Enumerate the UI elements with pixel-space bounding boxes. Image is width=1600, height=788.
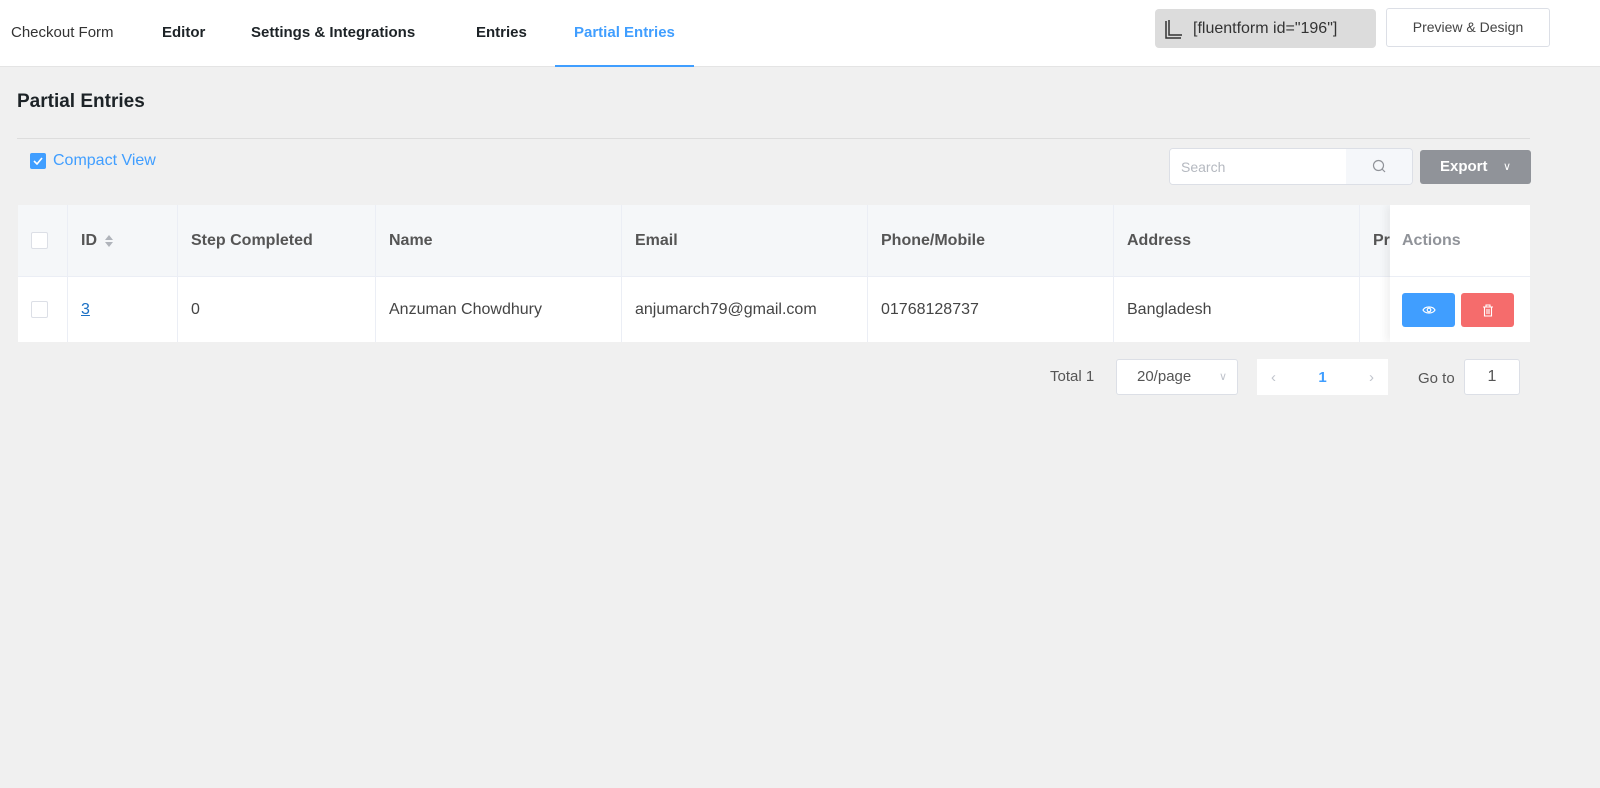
shortcode-text: [fluentform id="196"] xyxy=(1193,20,1338,37)
page-size-value: 20/page xyxy=(1137,368,1192,385)
compact-view-toggle[interactable]: Compact View xyxy=(30,152,156,170)
cell-step: 0 xyxy=(178,277,376,342)
shortcode-copy-button[interactable]: [fluentform id="196"] xyxy=(1155,9,1376,48)
copy-icon xyxy=(1165,20,1182,39)
trash-icon xyxy=(1482,303,1493,317)
col-address: Address xyxy=(1114,205,1360,276)
view-button[interactable] xyxy=(1402,293,1455,327)
row-select-cell xyxy=(18,277,68,342)
cell-address: Bangladesh xyxy=(1114,277,1360,342)
table-header: ID Step Completed Name Email Phone/Mobil… xyxy=(18,205,1530,277)
col-id[interactable]: ID xyxy=(68,205,178,276)
select-all-checkbox[interactable] xyxy=(31,232,48,249)
page-title: Partial Entries xyxy=(17,91,145,112)
eye-icon xyxy=(1421,306,1436,314)
top-nav: Checkout Form Editor Settings & Integrat… xyxy=(0,0,1600,67)
cell-id: 3 xyxy=(68,277,178,342)
tab-editor[interactable]: Editor xyxy=(162,0,205,67)
search-input[interactable] xyxy=(1170,149,1346,184)
select-all-cell xyxy=(18,205,68,276)
search-icon xyxy=(1372,159,1385,173)
cell-email: anjumarch79@gmail.com xyxy=(622,277,868,342)
search-box xyxy=(1169,148,1413,185)
next-page-icon[interactable]: › xyxy=(1369,369,1374,386)
col-actions: Actions xyxy=(1390,205,1530,277)
col-step: Step Completed xyxy=(178,205,376,276)
col-email: Email xyxy=(622,205,868,276)
table-row: 3 0 Anzuman Chowdhury anjumarch79@gmail.… xyxy=(18,277,1530,342)
col-phone: Phone/Mobile xyxy=(868,205,1114,276)
search-button[interactable] xyxy=(1346,149,1412,184)
sort-icon[interactable] xyxy=(104,234,114,248)
chevron-down-icon: ∨ xyxy=(1502,161,1511,173)
checkbox-checked-icon[interactable] xyxy=(30,153,46,169)
goto-page-input[interactable]: 1 xyxy=(1464,359,1520,395)
pagination: ‹ 1 › xyxy=(1257,359,1388,395)
page-1[interactable]: 1 xyxy=(1318,369,1326,386)
delete-button[interactable] xyxy=(1461,293,1514,327)
actions-column: Actions xyxy=(1390,205,1530,342)
cell-phone: 01768128737 xyxy=(868,277,1114,342)
col-name: Name xyxy=(376,205,622,276)
row-checkbox[interactable] xyxy=(31,301,48,318)
prev-page-icon[interactable]: ‹ xyxy=(1271,369,1276,386)
page-size-select[interactable]: 20/page ∨ xyxy=(1116,359,1238,395)
compact-view-label: Compact View xyxy=(53,152,156,169)
preview-design-button[interactable]: Preview & Design xyxy=(1386,8,1550,47)
tab-partial-entries[interactable]: Partial Entries xyxy=(555,0,694,67)
tab-settings-integrations[interactable]: Settings & Integrations xyxy=(251,0,415,67)
col-id-label: ID xyxy=(81,231,97,249)
divider xyxy=(17,138,1530,139)
cell-name: Anzuman Chowdhury xyxy=(376,277,622,342)
entries-table: ID Step Completed Name Email Phone/Mobil… xyxy=(18,205,1530,342)
form-name[interactable]: Checkout Form xyxy=(11,0,114,67)
export-label: Export xyxy=(1440,158,1488,175)
tab-entries[interactable]: Entries xyxy=(476,0,527,67)
goto-label: Go to xyxy=(1418,370,1455,387)
entry-id-link[interactable]: 3 xyxy=(81,301,90,319)
export-dropdown[interactable]: Export ∨ xyxy=(1420,150,1531,184)
total-count: Total 1 xyxy=(1050,368,1095,385)
chevron-down-icon: ∨ xyxy=(1218,371,1227,383)
